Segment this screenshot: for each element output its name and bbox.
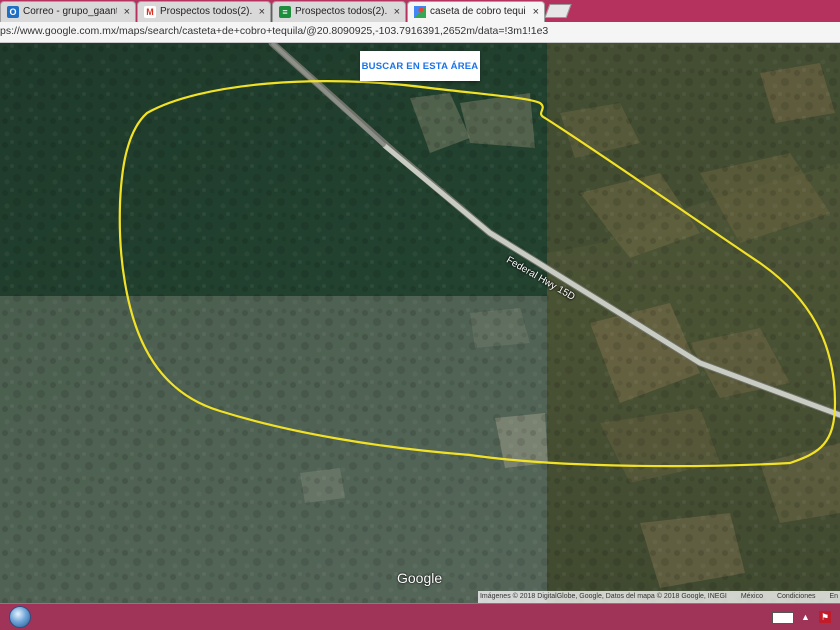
satellite-imagery <box>0 43 840 603</box>
new-tab-button[interactable] <box>544 4 572 18</box>
start-button-icon[interactable] <box>9 606 31 628</box>
tab-title: Correo - grupo_gaant@h <box>23 6 117 17</box>
search-this-area-button[interactable]: BUSCAR EN ESTA ÁREA <box>360 51 480 81</box>
more-link[interactable]: En <box>829 593 838 600</box>
sheets-icon: ≡ <box>279 6 291 18</box>
gmail-icon: M <box>144 6 156 18</box>
tab-google-maps[interactable]: caseta de cobro tequila - × <box>407 1 545 22</box>
tab-gmail[interactable]: M Prospectos todos(2).xlsx × <box>137 1 271 22</box>
browser-tab-strip: O Correo - grupo_gaant@h × M Prospectos … <box>0 0 840 22</box>
map-attribution: Imágenes © 2018 DigitalGlobe, Google, Da… <box>477 591 840 603</box>
terms-link[interactable]: Condiciones <box>777 593 816 600</box>
tab-close-icon[interactable]: × <box>533 2 539 22</box>
address-bar[interactable]: ps://www.google.com.mx/maps/search/caste… <box>0 22 840 43</box>
tray-expand-icon[interactable]: ▲ <box>801 612 810 622</box>
tab-title: Prospectos todos(2).xlsx <box>295 6 387 17</box>
outlook-icon: O <box>7 6 19 18</box>
tab-close-icon[interactable]: × <box>259 2 265 22</box>
imagery-credit: Imágenes © 2018 DigitalGlobe, Google, Da… <box>479 593 727 600</box>
tab-outlook[interactable]: O Correo - grupo_gaant@h × <box>0 1 136 22</box>
google-maps-icon <box>414 6 426 18</box>
keyboard-icon[interactable] <box>772 612 794 624</box>
action-center-flag-icon[interactable]: ⚑ <box>819 611 831 623</box>
tab-close-icon[interactable]: × <box>394 2 400 22</box>
tab-title: Prospectos todos(2).xlsx <box>160 6 252 17</box>
region-link[interactable]: México <box>741 593 763 600</box>
taskbar: ▲ ⚑ <box>0 603 840 630</box>
google-logo: Google <box>397 570 443 586</box>
url-text[interactable]: ps://www.google.com.mx/maps/search/caste… <box>0 25 548 37</box>
satellite-map[interactable]: BUSCAR EN ESTA ÁREA Federal Hwy 15D Goog… <box>0 43 840 603</box>
tab-close-icon[interactable]: × <box>124 2 130 22</box>
tab-title: caseta de cobro tequila - <box>430 6 526 17</box>
tab-sheets[interactable]: ≡ Prospectos todos(2).xlsx × <box>272 1 406 22</box>
